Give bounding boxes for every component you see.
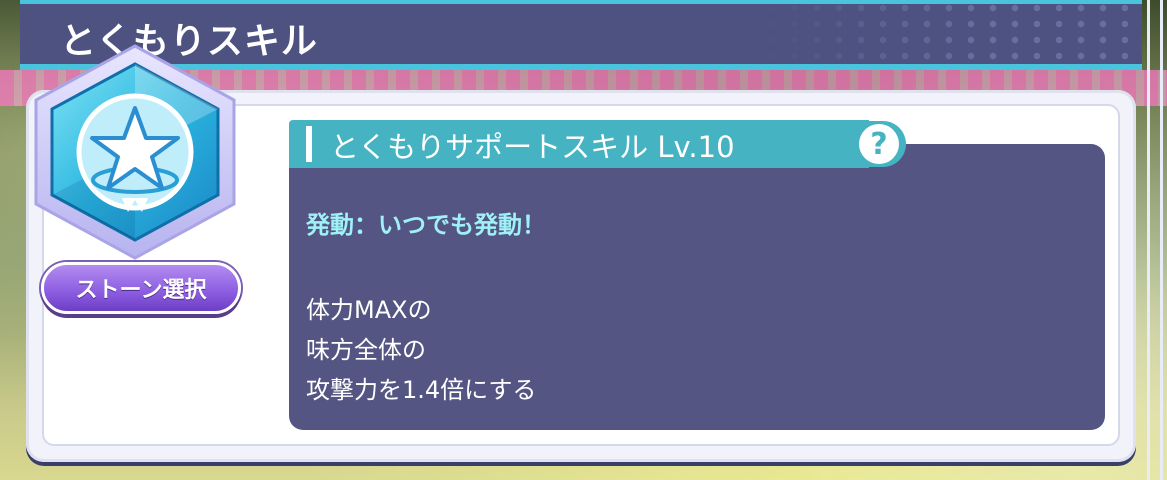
skill-effect-line-3: 攻撃力を1.4倍にする: [306, 376, 537, 404]
skill-gem-icon: [28, 42, 242, 262]
question-mark-icon[interactable]: ?: [859, 124, 899, 164]
skill-name: とくもりサポートスキル Lv.10: [330, 130, 735, 164]
skill-effect-line-1: 体力MAXの: [306, 296, 432, 324]
right-frame-border: [1147, 0, 1163, 480]
header-dot-pattern: [762, 0, 1142, 64]
star-hexagon-gem-icon: [34, 44, 236, 260]
skill-tab-accent-bar: [306, 126, 312, 162]
skill-trigger-text: 発動：いつでも発動！: [306, 211, 546, 239]
stone-select-button[interactable]: ストーン選択: [41, 262, 241, 314]
skill-effect-line-2: 味方全体の: [306, 336, 426, 364]
